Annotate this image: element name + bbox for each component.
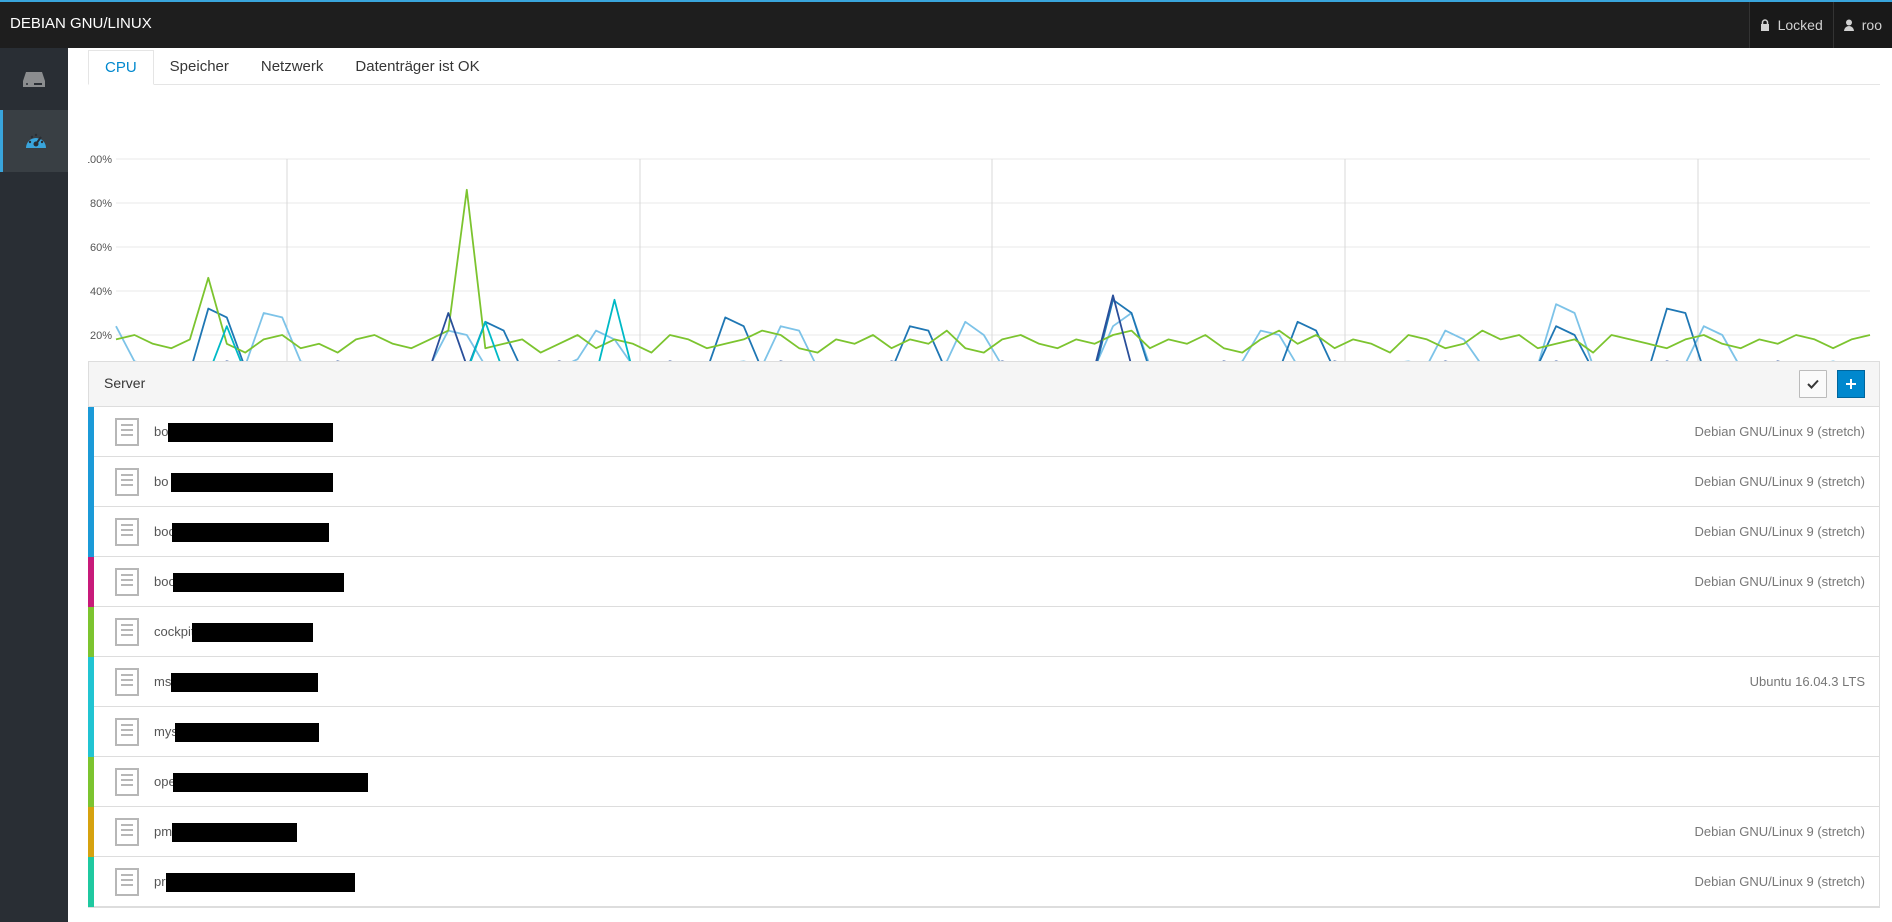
server-file-icon — [115, 568, 139, 596]
user-label: roo — [1861, 17, 1882, 33]
lock-icon — [1760, 19, 1769, 31]
server-color-stripe — [88, 457, 94, 507]
server-row[interactable]: pm Debian GNU/Linux 9 (stretch) — [88, 807, 1879, 857]
tab-netzwerk[interactable]: Netzwerk — [245, 50, 340, 85]
series-line — [115, 294, 1871, 372]
redaction-block — [168, 423, 333, 442]
server-color-stripe — [88, 707, 94, 757]
brand-title: DEBIAN GNU/LINUX — [10, 15, 152, 32]
server-name: pr — [154, 874, 166, 889]
server-color-stripe — [88, 657, 94, 707]
server-os: Debian GNU/Linux 9 (stretch) — [1694, 524, 1865, 539]
y-tick-label: 100% — [88, 154, 112, 166]
top-bar: DEBIAN GNU/LINUX Locked roo — [0, 0, 1892, 48]
server-color-stripe — [88, 807, 94, 857]
tab-bar: CPU Speicher Netzwerk Datenträger ist OK — [88, 50, 1880, 85]
redaction-block — [171, 473, 333, 492]
panel-header: Server — [89, 362, 1879, 407]
redaction-block — [192, 623, 313, 642]
server-name: pm — [154, 824, 173, 839]
server-file-icon — [115, 518, 139, 546]
sidebar — [0, 48, 68, 922]
server-row[interactable]: cockpit — [88, 607, 1879, 657]
user-icon — [1843, 19, 1854, 31]
user-menu[interactable]: roo — [1832, 2, 1892, 48]
select-button[interactable] — [1799, 370, 1827, 398]
redaction-block — [166, 873, 355, 892]
server-file-icon — [115, 468, 139, 496]
tab-speicher[interactable]: Speicher — [154, 50, 245, 85]
server-name: bo — [154, 424, 169, 439]
server-list: bo Debian GNU/Linux 9 (stretch) bo Debia… — [88, 407, 1879, 907]
server-name: cockpit — [154, 624, 195, 639]
locked-indicator[interactable]: Locked — [1748, 2, 1833, 48]
server-file-icon — [115, 818, 139, 846]
server-color-stripe — [88, 857, 94, 907]
redaction-block — [173, 573, 344, 592]
topbar-right: Locked roo — [1748, 2, 1892, 48]
y-tick-label: 80% — [90, 198, 112, 210]
add-server-button[interactable] — [1837, 370, 1865, 398]
redaction-block — [173, 773, 368, 792]
server-panel: Server bo Debian GNU/Linux 9 (stretch) b… — [88, 361, 1880, 908]
server-os: Ubuntu 16.04.3 LTS — [1749, 674, 1865, 689]
panel-title: Server — [104, 375, 146, 391]
check-icon — [1807, 379, 1819, 389]
tab-cpu[interactable]: CPU — [88, 50, 154, 85]
redaction-block — [171, 673, 318, 692]
server-os: Debian GNU/Linux 9 (stretch) — [1694, 574, 1865, 589]
server-os: Debian GNU/Linux 9 (stretch) — [1694, 424, 1865, 439]
server-row[interactable]: mys — [88, 707, 1879, 757]
server-name: bo — [154, 474, 169, 489]
server-file-icon — [115, 668, 139, 696]
server-row[interactable]: ope — [88, 757, 1879, 807]
locked-label: Locked — [1777, 17, 1823, 33]
server-color-stripe — [88, 507, 94, 557]
sidebar-item-servers[interactable] — [0, 48, 68, 110]
redaction-block — [172, 823, 297, 842]
tab-datentraeger[interactable]: Datenträger ist OK — [339, 50, 495, 85]
server-file-icon — [115, 618, 139, 646]
sidebar-item-dashboard[interactable] — [0, 110, 68, 172]
server-row[interactable]: ms Ubuntu 16.04.3 LTS — [88, 657, 1879, 707]
y-tick-label: 40% — [90, 286, 112, 298]
server-color-stripe — [88, 607, 94, 657]
server-color-stripe — [88, 557, 94, 607]
server-file-icon — [115, 868, 139, 896]
server-row[interactable]: boo Debian GNU/Linux 9 (stretch) — [88, 557, 1879, 607]
series-line — [115, 188, 1871, 354]
y-tick-label: 20% — [90, 330, 112, 342]
server-os: Debian GNU/Linux 9 (stretch) — [1694, 474, 1865, 489]
server-row[interactable]: bo Debian GNU/Linux 9 (stretch) — [88, 407, 1879, 457]
dashboard-icon — [25, 133, 46, 148]
server-color-stripe — [88, 757, 94, 807]
y-tick-label: 60% — [90, 242, 112, 254]
server-row[interactable]: bo Debian GNU/Linux 9 (stretch) — [88, 457, 1879, 507]
server-color-stripe — [88, 407, 94, 457]
server-os: Debian GNU/Linux 9 (stretch) — [1694, 824, 1865, 839]
redaction-block — [175, 723, 319, 742]
server-file-icon — [115, 768, 139, 796]
server-name: ms — [154, 674, 172, 689]
server-file-icon — [115, 418, 139, 446]
plus-icon — [1846, 379, 1856, 389]
server-row[interactable]: pr Debian GNU/Linux 9 (stretch) — [88, 857, 1879, 907]
series-line — [115, 303, 1871, 369]
main-content: CPU Speicher Netzwerk Datenträger ist OK… — [88, 48, 1880, 908]
server-os: Debian GNU/Linux 9 (stretch) — [1694, 874, 1865, 889]
redaction-block — [172, 523, 329, 542]
server-icon — [23, 72, 45, 87]
server-file-icon — [115, 718, 139, 746]
server-row[interactable]: boo Debian GNU/Linux 9 (stretch) — [88, 507, 1879, 557]
